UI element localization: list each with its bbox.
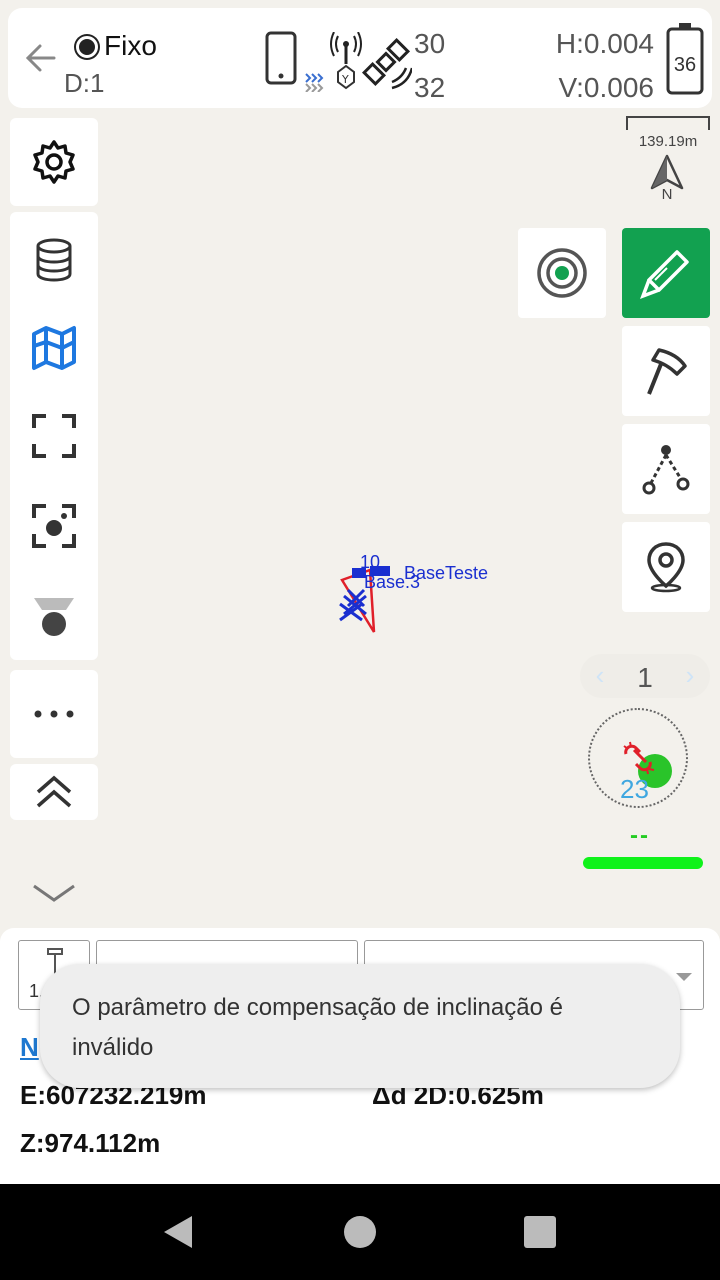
more-button[interactable]	[10, 670, 98, 758]
signal-quality-bar	[583, 857, 703, 869]
fix-status-icon	[76, 36, 98, 58]
pole-survey-button[interactable]	[622, 326, 710, 416]
nav-back-icon[interactable]	[160, 1214, 196, 1250]
map-point-label: 10	[360, 552, 381, 572]
tilt-bubble[interactable]: 23	[588, 708, 688, 808]
pole-target-icon	[34, 598, 74, 636]
survey-pole-icon	[647, 348, 687, 395]
svg-text:Y: Y	[341, 73, 349, 86]
more-dots-icon	[34, 710, 74, 718]
map-scale-bar	[626, 116, 710, 130]
locate-focus-button[interactable]	[30, 502, 78, 555]
layer-pager: ‹ 1 ›	[580, 654, 710, 698]
north-label: N	[661, 186, 673, 203]
settings-button[interactable]	[10, 118, 98, 206]
battery-level: 36	[673, 54, 697, 76]
map-scale-label: 139.19m	[638, 133, 698, 150]
bubble-value: 23	[620, 774, 649, 804]
stakeout-pen-button[interactable]	[622, 228, 710, 318]
map-icon	[32, 326, 76, 370]
target-icon	[537, 248, 587, 298]
dropdown-arrow-icon	[676, 973, 692, 981]
nav-home-icon[interactable]	[344, 1216, 376, 1248]
gear-icon	[33, 140, 75, 184]
satellite-icon	[362, 38, 412, 90]
pager-next-button[interactable]: ›	[678, 660, 702, 691]
fullscreen-button[interactable]	[30, 412, 78, 465]
north-arrow-icon[interactable]	[648, 154, 686, 190]
double-chevron-up-icon	[36, 775, 72, 808]
map-points-cluster[interactable]: 10 BaseTeste Base.3	[330, 550, 530, 640]
north-coordinate-link[interactable]: N	[20, 1032, 39, 1063]
satellites-used: 30	[414, 28, 446, 59]
broken-link-icon	[623, 741, 655, 775]
line-survey-button[interactable]	[622, 424, 710, 514]
pager-number: 1	[637, 662, 653, 693]
nav-recents-icon[interactable]	[524, 1216, 556, 1248]
status-bar: Fixo D:1 Y 30 32 H:0.004 V:0.006 36	[8, 8, 712, 108]
satellites-visible: 32	[414, 72, 446, 103]
expand-up-button[interactable]	[10, 764, 98, 820]
database-button[interactable]	[30, 236, 78, 289]
elevation-coordinate: Z:974.112m	[20, 1128, 161, 1158]
radio-link-icon: Y	[305, 32, 362, 92]
nodes-icon	[642, 445, 690, 495]
system-nav-bar	[0, 1184, 720, 1280]
back-arrow-icon[interactable]	[18, 38, 58, 78]
pen-icon	[640, 250, 689, 299]
fix-status-label: Fixo	[104, 30, 157, 61]
fullscreen-icon	[32, 414, 76, 458]
signal-dashes: --	[630, 822, 650, 849]
target-button[interactable]	[518, 228, 606, 318]
chevron-down-icon[interactable]	[30, 880, 78, 908]
point-locate-button[interactable]	[622, 522, 710, 612]
map-point-label: Base.3	[364, 572, 421, 592]
map-layers-button[interactable]	[30, 324, 78, 377]
diff-age-label: D:1	[64, 68, 105, 98]
vertical-precision: V:0.006	[558, 72, 654, 103]
phone-icon	[265, 31, 297, 85]
focus-target-icon	[32, 504, 76, 548]
survey-point-button[interactable]	[30, 594, 78, 647]
toast-message: O parâmetro de compensação de inclinação…	[40, 964, 680, 1088]
pager-prev-button[interactable]: ‹	[588, 660, 612, 691]
database-icon	[36, 238, 72, 282]
left-tool-group	[10, 212, 98, 660]
map-pin-icon	[647, 542, 685, 593]
horizontal-precision: H:0.004	[555, 28, 654, 59]
